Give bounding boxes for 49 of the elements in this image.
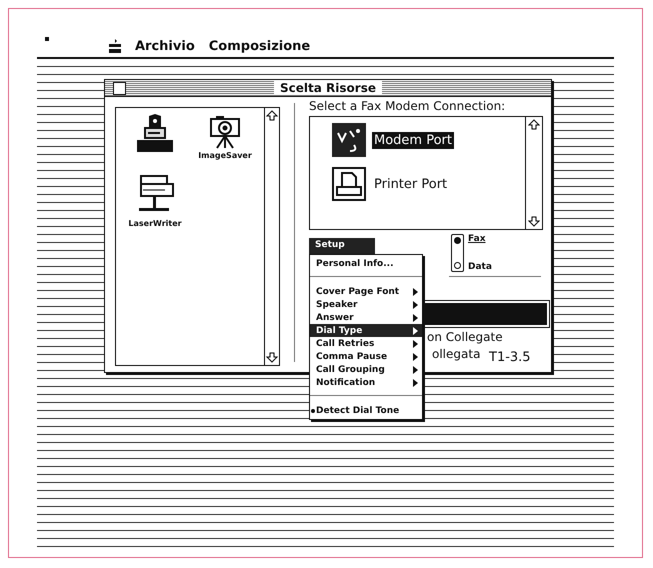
menu-item-label: Dial Type [316,326,362,336]
modem-port-icon [332,123,366,157]
figure-label: T1-3.5 [489,350,531,365]
window-title: Scelta Risorse [274,81,382,95]
menu-item-label: Notification [316,378,376,388]
menu-item[interactable]: Cover Page Font [310,285,422,298]
menu-item[interactable]: Detect Dial Tone [310,404,422,417]
mode-option[interactable]: Data [468,262,492,272]
device-item[interactable]: LaserWriter [120,174,190,234]
menu-item[interactable]: Dial Type [310,324,422,337]
title-bar[interactable]: Scelta Risorse [105,80,551,97]
mode-option[interactable]: Fax [468,234,492,244]
printer-port-icon [332,167,366,201]
menu-item[interactable]: Call Retries [310,337,422,350]
menu-item-label: Comma Pause [316,352,388,362]
scroll-up-arrow-icon[interactable] [527,118,541,132]
scroll-up-arrow-icon[interactable] [265,109,279,123]
menu-item[interactable]: Speaker [310,298,422,311]
scroll-bar[interactable] [264,108,279,365]
menu-item[interactable]: Answer [310,311,422,324]
menu-item-label: Answer [316,312,354,322]
port-item[interactable]: Modem Port [372,132,454,148]
menu-item[interactable]: Composizione [208,38,310,54]
status-text: on Collegate [427,329,503,346]
device-item[interactable]: ImageSaver [190,114,260,174]
connection-prompt: Select a Fax Modem Connection: [309,99,506,113]
menu-item[interactable]: Personal Info... [310,257,422,270]
menu-item-label: Call Grouping [316,364,385,374]
menu-item-label: Call Retries [316,338,374,348]
scroll-bar[interactable] [525,117,542,229]
scroll-down-arrow-icon[interactable] [527,214,541,228]
switch-dot[interactable] [454,262,461,269]
fax-modem-icon [135,114,175,154]
menu-item-label: Detect Dial Tone [316,406,400,416]
menu-item-label: Personal Info... [316,258,394,268]
menu-item[interactable]: Call Grouping [310,363,422,376]
close-box[interactable] [113,82,126,95]
menu-item[interactable]: Archivio [135,38,195,54]
menu-item[interactable]: Notification [310,376,422,389]
scroll-down-arrow-icon[interactable] [265,350,279,364]
apple-menu-icon[interactable] [109,39,121,53]
menu-item-label: Speaker [316,300,358,310]
port-item[interactable]: Printer Port [372,176,450,192]
switch-dot[interactable] [454,237,461,244]
setup-menu-title[interactable]: Setup [309,238,375,254]
menu-item-label: Cover Page Font [316,286,400,296]
menu-item[interactable]: Comma Pause [310,350,422,363]
camera-icon [207,114,243,150]
fax-data-switch[interactable] [451,234,464,272]
